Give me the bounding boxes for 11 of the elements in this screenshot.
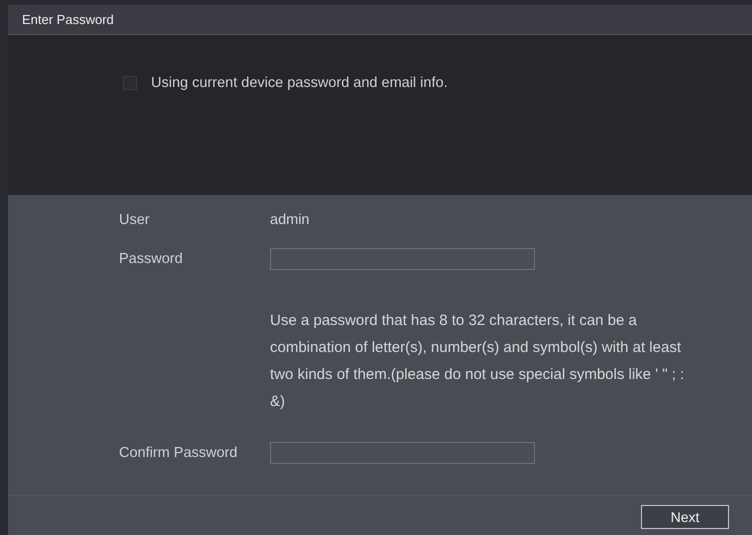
checkbox-label: Using current device password and email info. — [151, 75, 448, 91]
window-title: Enter Password — [22, 12, 114, 27]
confirm-password-label: Confirm Password — [119, 445, 238, 461]
next-button[interactable]: Next — [641, 505, 729, 529]
checkbox[interactable] — [123, 76, 137, 90]
user-value: admin — [270, 212, 310, 228]
confirm-password-field[interactable] — [270, 442, 535, 464]
user-label: User — [119, 212, 151, 228]
password-field[interactable] — [270, 248, 535, 270]
password-label: Password — [119, 251, 184, 267]
password-hint: Use a password that has 8 to 32 characters, it can be a combination of letter(s), number(s) and symbol(s) with at least two kinds of them.(please do not use special symbols like ' " ; : &) — [270, 311, 685, 412]
